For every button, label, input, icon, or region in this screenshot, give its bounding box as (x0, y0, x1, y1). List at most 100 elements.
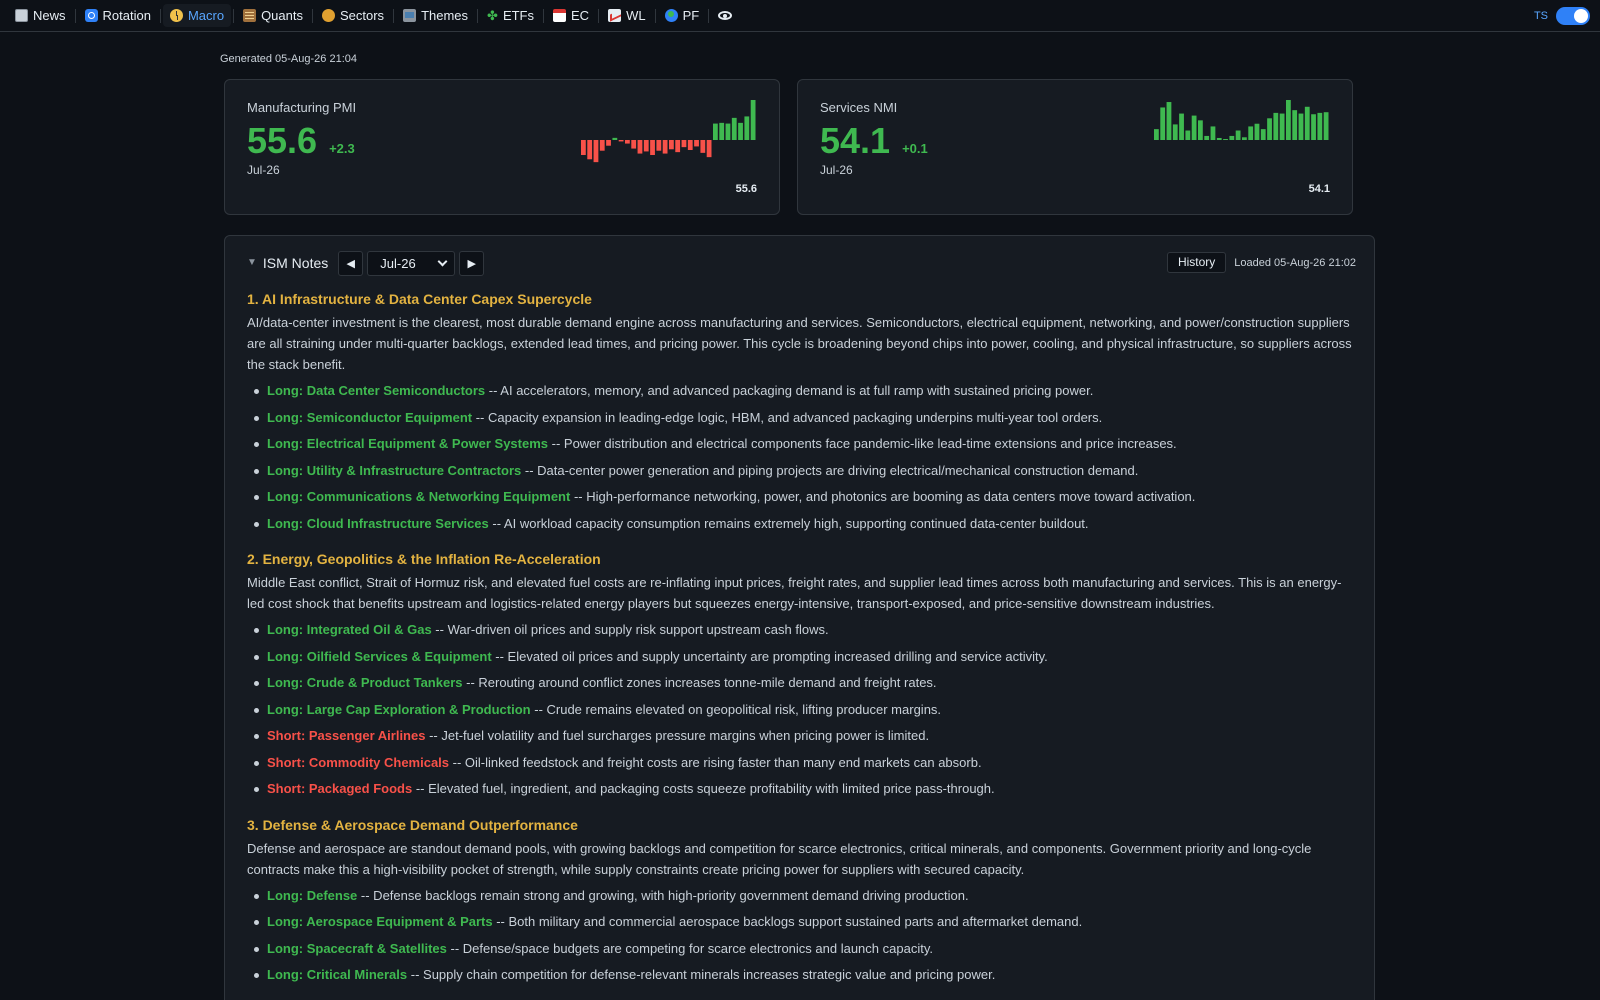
next-period-button[interactable]: ▶ (459, 250, 485, 276)
generated-timestamp: Generated 05-Aug-26 21:04 (220, 53, 357, 65)
nav-pf[interactable]: PF (658, 4, 707, 27)
sparkline-bar (1260, 129, 1266, 140)
sparkline-bar (731, 117, 737, 140)
trade-idea-item: Long: Communications & Networking Equipm… (247, 484, 1356, 511)
calendar-icon (553, 9, 566, 22)
nav-label: Sectors (339, 8, 385, 23)
period-select[interactable]: Jul-26 (367, 250, 456, 276)
card-value: 54.1 (820, 120, 891, 161)
nav-ec[interactable]: EC (546, 4, 596, 27)
nav-separator (543, 8, 544, 23)
nav-rotation[interactable]: Rotation (78, 4, 158, 27)
trade-idea-list: Long: Data Center Semiconductors -- AI a… (247, 378, 1356, 537)
nav-quants[interactable]: Quants (236, 4, 310, 27)
sparkline-bar (1317, 112, 1323, 140)
short-idea-label: Short: Passenger Airlines (267, 728, 426, 743)
sparkline-bar (606, 140, 611, 146)
trade-idea-item: Long: Aerospace Equipment & Parts -- Bot… (247, 909, 1356, 936)
long-idea-label: Long: Crude & Product Tankers (267, 675, 463, 690)
section-title: 2. Energy, Geopolitics & the Inflation R… (247, 551, 601, 567)
trade-idea-text: -- Both military and commercial aerospac… (492, 914, 1083, 929)
sparkline-bar (713, 123, 718, 140)
sparkline-bar (1198, 120, 1203, 140)
eye-icon (718, 11, 733, 20)
nav-sectors[interactable]: Sectors (315, 4, 391, 27)
section-title: 1. AI Infrastructure & Data Center Capex… (247, 291, 592, 307)
collapse-caret-icon[interactable]: ▼ (247, 257, 257, 268)
trade-idea-item: Long: Data Center Semiconductors -- AI a… (247, 378, 1356, 405)
note-section: 1. AI Infrastructure & Data Center Capex… (247, 290, 1356, 537)
card-manufacturing-pmi: Manufacturing PMI 55.6 +2.3 Jul-26 55.6 (224, 79, 780, 215)
long-idea-label: Long: Spacecraft & Satellites (267, 940, 447, 956)
nav-macro[interactable]: Macro (162, 4, 232, 27)
period-select-value: Jul-26 (380, 255, 416, 271)
trade-idea-text: -- Elevated fuel, ingredient, and packag… (412, 781, 995, 796)
sparkline-last-value: 55.6 (735, 183, 757, 195)
nav-separator (477, 8, 479, 23)
card-period: Jul-26 (820, 163, 853, 177)
sparkline-bar (675, 140, 681, 153)
trade-idea-text: -- Crude remains elevated on geopolitica… (530, 701, 942, 717)
nav-separator (393, 8, 395, 23)
nav-separator (598, 8, 600, 23)
trade-idea-text: -- Data-center power generation and pipi… (521, 462, 1139, 478)
history-button[interactable]: History (1166, 251, 1227, 273)
trade-idea-text: -- Supply chain competition for defense-… (407, 967, 996, 982)
nav-wl[interactable]: WL (601, 4, 653, 27)
sparkline-bar (1292, 110, 1298, 140)
section-title: 3. Defense & Aerospace Demand Outperform… (247, 816, 578, 833)
prev-period-button[interactable]: ◀ (338, 250, 364, 276)
trade-idea-item: Long: Oilfield Services & Equipment -- E… (247, 644, 1356, 671)
sparkline-bar (656, 140, 662, 151)
sparkline-bar (1304, 106, 1310, 140)
sparkline-bar (1179, 113, 1184, 140)
nav-news[interactable]: News (8, 4, 73, 27)
trade-idea-text: -- Defense/space budgets are competing f… (446, 940, 933, 956)
trade-idea-item: Long: Defense -- Defense backlogs remain… (247, 883, 1356, 910)
clock-icon (169, 9, 183, 22)
long-idea-label: Long: Communications & Networking Equipm… (267, 489, 571, 504)
nav-etfs[interactable]: ✤ ETFs (480, 4, 541, 27)
ism-notes-title[interactable]: ISM Notes (263, 255, 328, 271)
trade-idea-item: Short: Passenger Airlines -- Jet-fuel vo… (247, 723, 1356, 750)
section-description: Middle East conflict, Strait of Hormuz r… (247, 575, 1342, 611)
trade-idea-text: -- Capacity expansion in leading-edge lo… (472, 409, 1103, 425)
sparkline-bar (1254, 123, 1260, 140)
ts-toggle[interactable] (1556, 7, 1590, 25)
trade-idea-text: -- Defense backlogs remain strong and gr… (357, 887, 969, 903)
trade-idea-item: Long: Large Cap Exploration & Production… (247, 697, 1356, 724)
sparkline-bar (700, 140, 706, 153)
sparkline-bar (650, 140, 655, 155)
nav-themes[interactable]: Themes (396, 4, 475, 27)
long-idea-label: Long: Integrated Oil & Gas (267, 622, 432, 637)
loaded-timestamp: Loaded 05-Aug-26 21:02 (1234, 257, 1356, 269)
arrow-left-icon: ◀ (346, 257, 355, 270)
sparkline-bar (1229, 135, 1235, 140)
sparkline-bar (706, 140, 712, 158)
sparkline-bar (1235, 130, 1241, 140)
trade-idea-item: Long: Integrated Oil & Gas -- War-driven… (247, 617, 1356, 644)
sparkline-bar (662, 140, 668, 154)
nav-label: Macro (187, 8, 225, 23)
sparkline-bar (1298, 113, 1304, 140)
sparkline-bar (719, 122, 725, 140)
sparkline-bar (1172, 124, 1178, 140)
chart-icon (608, 9, 622, 22)
trade-idea-item: Long: Semiconductor Equipment -- Capacit… (247, 405, 1356, 432)
trade-idea-text: -- Rerouting around conflict zones incre… (462, 675, 937, 690)
nav-label: Themes (421, 8, 469, 23)
sparkline-bar (1210, 126, 1216, 140)
nav-label: EC (571, 8, 590, 23)
trade-idea-text: -- War-driven oil prices and supply risk… (431, 622, 829, 637)
ism-notes-body: 1. AI Infrastructure & Data Center Capex… (247, 290, 1356, 989)
sparkline-bar (1166, 102, 1172, 140)
note-section: 3. Defense & Aerospace Demand Outperform… (247, 816, 1356, 989)
newspaper-icon (15, 9, 28, 22)
short-idea-label: Short: Commodity Chemicals (267, 754, 450, 770)
nav-label: Rotation (102, 8, 151, 23)
card-value: 55.6 (247, 120, 318, 161)
trade-idea-item: Long: Critical Minerals -- Supply chain … (247, 962, 1356, 989)
nav-visibility[interactable] (711, 7, 739, 24)
trade-idea-text: -- AI accelerators, memory, and advanced… (485, 383, 1094, 398)
sparkline-bar (1267, 118, 1272, 140)
